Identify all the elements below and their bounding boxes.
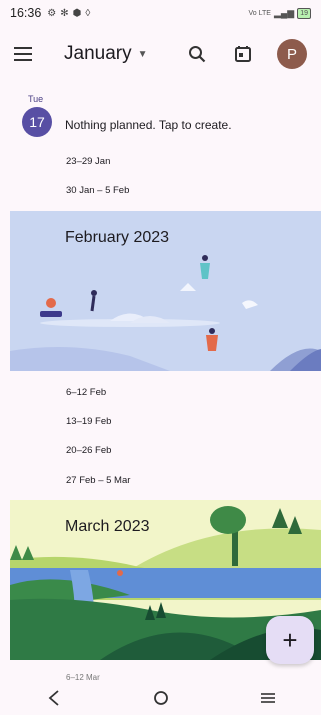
avatar[interactable]: P bbox=[277, 39, 307, 69]
back-icon[interactable] bbox=[24, 683, 84, 713]
month-title: January bbox=[64, 43, 132, 64]
day-name: Tue bbox=[28, 94, 44, 104]
app-bar: January ▼ P bbox=[0, 26, 321, 82]
caret-down-icon: ▼ bbox=[137, 48, 148, 60]
week-label[interactable]: 13–19 Feb bbox=[66, 416, 111, 427]
home-icon[interactable] bbox=[131, 683, 191, 713]
location-status-icon: ◊ bbox=[85, 7, 91, 19]
status-right: Vo LTE ▂▄▆ 19 bbox=[248, 7, 311, 19]
menu-icon[interactable] bbox=[14, 41, 40, 67]
week-label[interactable]: 20–26 Feb bbox=[66, 445, 111, 456]
recents-icon[interactable] bbox=[238, 683, 298, 713]
month-selector[interactable]: January ▼ bbox=[64, 43, 148, 65]
battery-icon: 19 bbox=[297, 7, 311, 19]
week-label[interactable]: 6–12 Feb bbox=[66, 387, 106, 398]
signal-text: Vo LTE bbox=[248, 9, 271, 17]
signal-icon: ▂▄▆ bbox=[273, 7, 295, 18]
month-banner-title: March 2023 bbox=[65, 518, 150, 535]
status-time: 16:36 bbox=[10, 6, 42, 20]
today-row[interactable]: Tue 17 Nothing planned. Tap to create. bbox=[0, 90, 321, 150]
search-icon[interactable] bbox=[185, 42, 209, 66]
month-banner-title: February 2023 bbox=[65, 229, 170, 246]
shield-status-icon: ⬢ bbox=[72, 7, 82, 19]
week-label[interactable]: 23–29 Jan bbox=[66, 156, 110, 167]
status-notification-icons: ⚙ ✻ ⬢ ◊ bbox=[47, 8, 90, 19]
nothing-planned-text: Nothing planned. Tap to create. bbox=[65, 118, 232, 132]
month-banner-february: February 2023 bbox=[10, 211, 321, 371]
status-bar: 16:36 ⚙ ✻ ⬢ ◊ Vo LTE ▂▄▆ 19 bbox=[0, 0, 321, 26]
week-label[interactable]: 30 Jan – 5 Feb bbox=[66, 185, 129, 196]
add-icon: + bbox=[282, 624, 298, 655]
week-label[interactable]: 27 Feb – 5 Mar bbox=[66, 475, 130, 486]
add-event-button[interactable]: + bbox=[266, 616, 314, 664]
calendar-today-icon[interactable] bbox=[231, 42, 255, 66]
settings-status-icon: ⚙ bbox=[47, 7, 57, 19]
day-number: 17 bbox=[22, 107, 52, 137]
system-nav-bar bbox=[0, 680, 321, 715]
gear-status-icon: ✻ bbox=[60, 7, 69, 19]
